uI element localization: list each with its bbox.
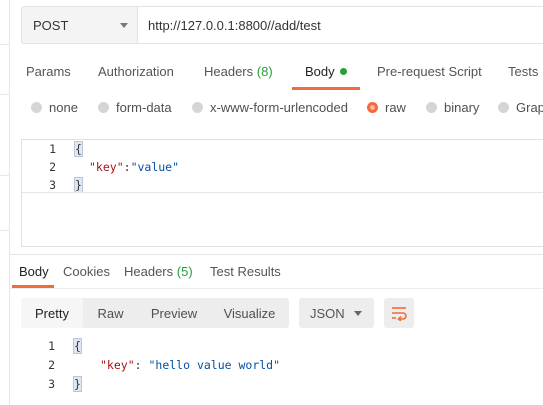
wrap-lines-icon <box>392 307 407 321</box>
view-preview-button[interactable]: Preview <box>138 298 210 328</box>
response-tabs: Body Cookies Headers (5) Test Results <box>0 262 543 286</box>
line-number: 1 <box>48 339 55 353</box>
tab-headers[interactable]: Headers (8) <box>204 64 273 79</box>
chevron-down-icon <box>354 311 362 316</box>
code-line: 2 "key": "hello value world" <box>21 356 280 374</box>
url-input[interactable]: http://127.0.0.1:8800//add/test <box>137 6 543 44</box>
code-line: 1 { <box>21 337 82 355</box>
radio-label: raw <box>385 100 406 115</box>
sidebar-divider <box>0 230 10 231</box>
request-body-editor[interactable]: 1 { 2 "key":"value" 3 } <box>21 139 543 247</box>
tabs-divider <box>10 288 543 289</box>
view-pretty-button[interactable]: Pretty <box>21 298 83 328</box>
tab-response-body[interactable]: Body <box>19 264 49 279</box>
tab-tests[interactable]: Tests <box>508 64 538 79</box>
json-key: "key" <box>100 358 135 372</box>
tab-cookies[interactable]: Cookies <box>63 264 110 279</box>
editor-line-separator <box>22 192 543 193</box>
json-open-brace: { <box>74 141 83 157</box>
body-active-dot-icon <box>339 68 347 75</box>
chevron-down-icon <box>120 23 128 28</box>
wrap-lines-button[interactable] <box>384 298 414 328</box>
line-number: 3 <box>48 377 55 391</box>
tab-pre-request-script[interactable]: Pre-request Script <box>377 64 482 79</box>
line-number: 2 <box>49 160 56 174</box>
tab-headers-label: Headers <box>124 264 174 279</box>
tab-headers-label: Headers <box>204 64 254 79</box>
response-body-viewer[interactable]: 1 { 2 "key": "hello value world" 3 } <box>21 337 543 397</box>
tab-params[interactable]: Params <box>26 64 71 79</box>
body-type-options: none form-data x-www-form-urlencoded raw… <box>0 98 543 120</box>
json-separator: : <box>123 160 131 174</box>
code-line: 2 "key":"value" <box>22 158 179 176</box>
radio-label: Grap <box>516 100 543 115</box>
sidebar-divider <box>0 94 10 95</box>
line-number: 3 <box>49 178 56 192</box>
radio-circle-icon <box>426 102 437 113</box>
format-value: JSON <box>310 305 345 321</box>
json-close-brace: } <box>73 376 82 392</box>
radio-circle-icon <box>98 102 109 113</box>
active-tab-indicator <box>292 87 360 90</box>
request-tabs: Params Authorization Headers (8) Body Pr… <box>0 58 543 88</box>
url-value: http://127.0.0.1:8800//add/test <box>148 17 321 33</box>
sidebar-divider <box>0 175 10 176</box>
json-key: "key" <box>89 160 124 174</box>
radio-graphql[interactable]: Grap <box>498 100 543 115</box>
headers-count: (8) <box>256 64 273 79</box>
sidebar-divider <box>0 44 10 45</box>
radio-label: x-www-form-urlencoded <box>210 100 348 115</box>
tab-body[interactable]: Body <box>305 64 347 79</box>
tab-test-results[interactable]: Test Results <box>210 264 281 279</box>
radio-binary[interactable]: binary <box>426 100 479 115</box>
radio-circle-icon <box>498 102 509 113</box>
radio-circle-icon <box>192 102 203 113</box>
json-entry: "key":"value" <box>89 160 179 174</box>
radio-label: form-data <box>116 100 172 115</box>
json-value: "hello value world" <box>148 358 281 372</box>
radio-circle-icon <box>31 102 42 113</box>
radio-urlencoded[interactable]: x-www-form-urlencoded <box>192 100 348 115</box>
json-value: "value" <box>130 160 180 174</box>
json-open-brace: { <box>73 338 82 354</box>
line-number: 1 <box>49 142 56 156</box>
headers-count: (5) <box>176 264 193 279</box>
request-url-bar: POST http://127.0.0.1:8800//add/test <box>21 6 543 44</box>
response-view-switcher: Pretty Raw Preview Visualize <box>21 298 289 328</box>
radio-raw[interactable]: raw <box>367 100 406 115</box>
method-select[interactable]: POST <box>21 6 137 44</box>
code-line: 3 } <box>21 375 82 393</box>
radio-selected-icon <box>367 102 378 113</box>
line-number: 2 <box>48 358 55 372</box>
radio-label: none <box>49 100 78 115</box>
json-close-brace: } <box>74 177 83 193</box>
json-entry: "key": "hello value world" <box>100 358 280 372</box>
method-value: POST <box>33 17 69 33</box>
tab-response-headers[interactable]: Headers (5) <box>124 264 193 279</box>
radio-label: binary <box>444 100 480 115</box>
radio-form-data[interactable]: form-data <box>98 100 172 115</box>
tab-authorization[interactable]: Authorization <box>98 64 174 79</box>
view-raw-button[interactable]: Raw <box>83 298 138 328</box>
format-select[interactable]: JSON <box>299 298 374 328</box>
code-line: 1 { <box>22 140 83 158</box>
tab-body-label: Body <box>305 64 335 79</box>
pane-divider[interactable] <box>10 254 543 255</box>
view-visualize-button[interactable]: Visualize <box>210 298 289 328</box>
json-separator: : <box>134 358 149 372</box>
radio-none[interactable]: none <box>31 100 78 115</box>
